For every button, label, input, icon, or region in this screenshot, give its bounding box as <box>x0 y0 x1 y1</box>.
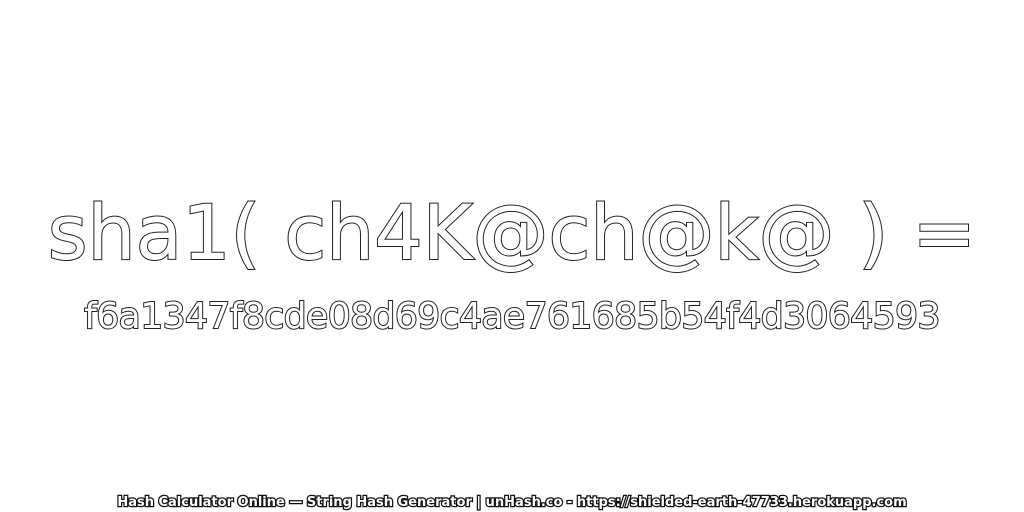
footer-credit: Hash Calculator Online — String Hash Gen… <box>116 494 908 512</box>
hash-expression: sha1( ch4K@ch@k@ ) = <box>47 187 977 278</box>
hash-image-canvas: sha1( ch4K@ch@k@ ) = f6a1347f8cde08d69c4… <box>0 0 1024 512</box>
hash-value: f6a1347f8cde08d69c4ae761685b54f4d3064593 <box>83 295 941 338</box>
